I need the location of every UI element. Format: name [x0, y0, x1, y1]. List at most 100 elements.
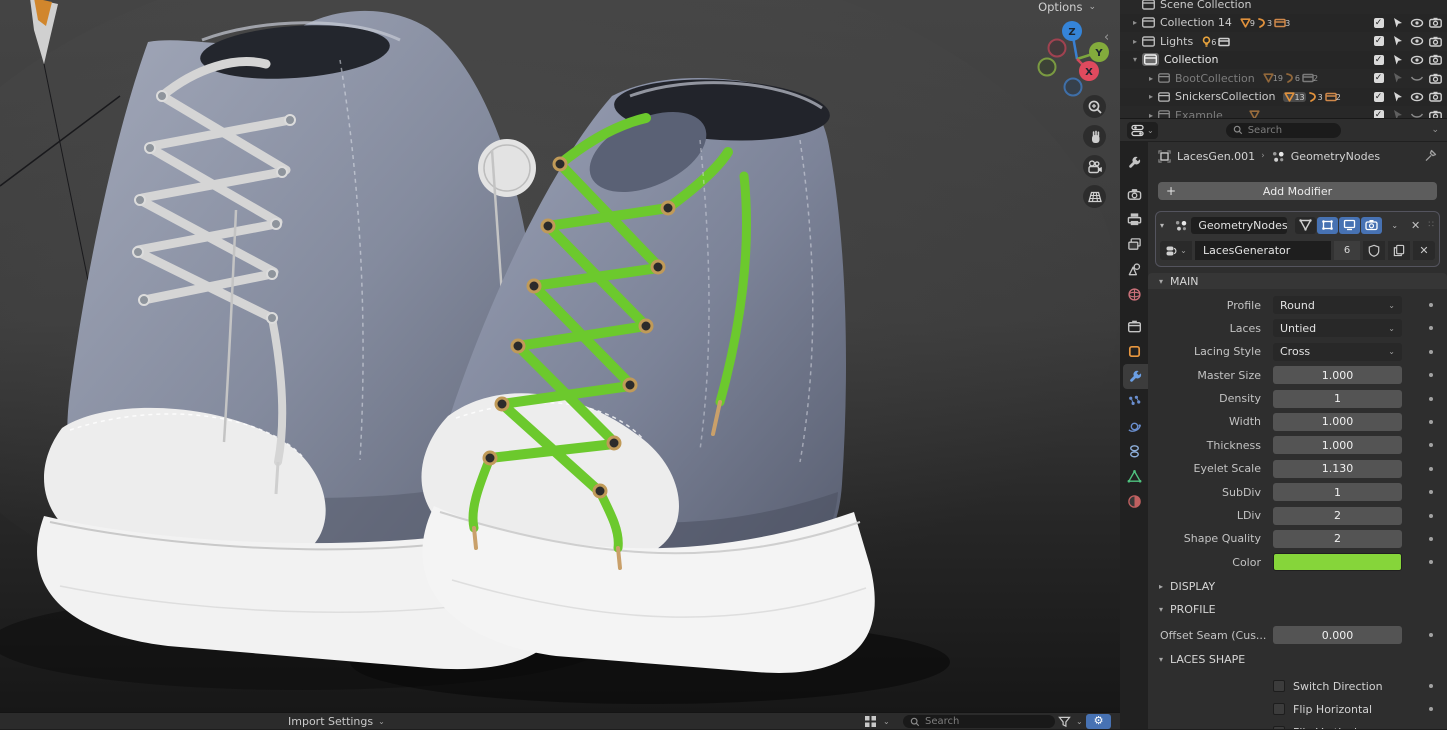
unlink-close-icon[interactable]: ✕	[1413, 241, 1435, 260]
modifier-extras-dropdown[interactable]: ⌄	[1391, 221, 1401, 230]
profile-dropdown[interactable]: Round⌄	[1273, 296, 1402, 314]
gizmo-collapse-icon[interactable]: ‹	[1104, 30, 1109, 45]
show-in-editmode-cage-toggle[interactable]	[1295, 217, 1316, 234]
zoom-tool-button[interactable]	[1083, 95, 1106, 118]
decorator-dot[interactable]	[1429, 303, 1433, 307]
tab-tool[interactable]	[1120, 150, 1148, 175]
tab-scene[interactable]	[1120, 257, 1148, 282]
outliner-row-bootcollection[interactable]: ▸ BootCollection 19 6 2 ✓	[1120, 69, 1447, 88]
browse-node-group-button[interactable]: ⌄	[1160, 241, 1192, 260]
subdiv-field[interactable]: 1	[1273, 483, 1402, 501]
eye-visibility-icon[interactable]	[1409, 53, 1424, 66]
outliner-row-lights[interactable]: ▸ Lights 6 ✓	[1120, 32, 1447, 51]
eyelet-scale-field[interactable]: 1.130	[1273, 460, 1402, 478]
density-field[interactable]: 1	[1273, 390, 1402, 408]
tab-material[interactable]	[1120, 489, 1148, 514]
exclude-checkbox[interactable]: ✓	[1371, 109, 1386, 119]
eye-visibility-icon[interactable]	[1409, 35, 1424, 48]
collapse-icon[interactable]: ▾	[1160, 221, 1170, 230]
modifier-name-field[interactable]: GeometryNodes	[1191, 217, 1287, 234]
width-field[interactable]: 1.000	[1273, 413, 1402, 431]
decorator-dot[interactable]	[1429, 350, 1433, 354]
color-swatch[interactable]	[1273, 553, 1402, 571]
users-count-button[interactable]: 6	[1334, 241, 1360, 260]
tab-object-data[interactable]	[1120, 464, 1148, 489]
eye-closed-icon[interactable]	[1409, 109, 1424, 119]
outliner-row-collection-14[interactable]: ▸ Collection 14 9 3 3 ✓	[1120, 14, 1447, 33]
eye-visibility-icon[interactable]	[1409, 16, 1424, 29]
decorator-dot[interactable]	[1429, 514, 1433, 518]
asset-search-input[interactable]: Search	[903, 715, 1055, 728]
decorator-dot[interactable]	[1429, 537, 1433, 541]
decorator-dot[interactable]	[1429, 420, 1433, 424]
decorator-dot[interactable]	[1429, 633, 1433, 637]
laces-dropdown[interactable]: Untied⌄	[1273, 319, 1402, 337]
chevron-down-icon[interactable]: ⌄	[1431, 125, 1439, 135]
show-in-render-toggle[interactable]	[1361, 217, 1382, 234]
selectable-icon[interactable]	[1390, 53, 1405, 66]
lacing-style-dropdown[interactable]: Cross⌄	[1273, 343, 1402, 361]
decorator-dot[interactable]	[1429, 397, 1433, 401]
ortho-grid-button[interactable]	[1083, 185, 1106, 208]
camera-view-button[interactable]	[1083, 155, 1106, 178]
decorator-dot[interactable]	[1429, 467, 1433, 471]
render-camera-icon[interactable]	[1428, 16, 1443, 29]
properties-search-input[interactable]: Search	[1226, 123, 1341, 138]
tab-world[interactable]	[1120, 282, 1148, 307]
node-group-name-field[interactable]: LacesGenerator	[1195, 241, 1331, 260]
eye-closed-icon[interactable]	[1409, 72, 1424, 85]
exclude-checkbox[interactable]: ✓	[1371, 35, 1386, 48]
decorator-dot[interactable]	[1429, 490, 1433, 494]
show-in-editmode-toggle[interactable]	[1317, 217, 1338, 234]
breadcrumb-object[interactable]: LacesGen.001	[1177, 150, 1255, 163]
expand-icon[interactable]: ▸	[1128, 18, 1142, 27]
switch-direction-checkbox[interactable]	[1273, 680, 1285, 692]
tab-physics[interactable]	[1120, 414, 1148, 439]
show-in-viewport-toggle[interactable]	[1339, 217, 1360, 234]
panel-laces-shape-header[interactable]: ▾ LACES SHAPE	[1148, 651, 1447, 667]
exclude-checkbox[interactable]: ✓	[1371, 53, 1386, 66]
tab-particles[interactable]	[1120, 389, 1148, 414]
breadcrumb-modifier[interactable]: GeometryNodes	[1291, 150, 1380, 163]
collapse-icon[interactable]: ▾	[1128, 55, 1142, 64]
outliner-row-collection[interactable]: ▾ Collection ✓	[1120, 51, 1447, 70]
duplicate-icon[interactable]	[1388, 241, 1410, 260]
master-size-field[interactable]: 1.000	[1273, 366, 1402, 384]
ldiv-field[interactable]: 2	[1273, 507, 1402, 525]
selectable-icon[interactable]	[1390, 35, 1405, 48]
flip-horizontal-checkbox[interactable]	[1273, 703, 1285, 715]
exclude-checkbox[interactable]: ✓	[1371, 72, 1386, 85]
selectable-icon[interactable]	[1390, 90, 1405, 103]
tab-collection[interactable]	[1120, 314, 1148, 339]
pin-icon[interactable]	[1423, 149, 1437, 163]
expand-icon[interactable]: ▸	[1144, 92, 1158, 101]
render-camera-icon[interactable]	[1428, 35, 1443, 48]
expand-icon[interactable]: ▸	[1128, 37, 1142, 46]
tab-render[interactable]	[1120, 182, 1148, 207]
outliner-row-scene-collection[interactable]: Scene Collection	[1120, 0, 1447, 14]
outliner-row-example[interactable]: ▸ Example ✓	[1120, 106, 1447, 119]
panel-display-header[interactable]: ▸ DISPLAY	[1148, 578, 1447, 594]
fake-user-button[interactable]	[1363, 241, 1385, 260]
selectable-icon[interactable]	[1390, 16, 1405, 29]
offset-seam-field[interactable]: 0.000	[1273, 626, 1402, 644]
thickness-field[interactable]: 1.000	[1273, 436, 1402, 454]
render-camera-icon[interactable]	[1428, 53, 1443, 66]
tab-output[interactable]	[1120, 207, 1148, 232]
render-camera-icon[interactable]	[1428, 72, 1443, 85]
decorator-dot[interactable]	[1429, 560, 1433, 564]
decorator-dot[interactable]	[1429, 326, 1433, 330]
render-camera-icon[interactable]	[1428, 90, 1443, 103]
decorator-dot[interactable]	[1429, 684, 1433, 688]
panel-main-header[interactable]: ▾ MAIN	[1148, 273, 1447, 289]
panel-profile-header[interactable]: ▾ PROFILE	[1148, 601, 1447, 617]
outliner-row-snickerscollection[interactable]: ▸ SnickersCollection 13 3 2 ✓	[1120, 88, 1447, 107]
shape-quality-field[interactable]: 2	[1273, 530, 1402, 548]
editor-type-button[interactable]: ⌄	[1127, 122, 1158, 139]
decorator-dot[interactable]	[1429, 373, 1433, 377]
settings-gear-button[interactable]: ⚙	[1086, 714, 1111, 729]
close-icon[interactable]: ✕	[1411, 219, 1420, 232]
tab-object[interactable]	[1120, 339, 1148, 364]
exclude-checkbox[interactable]: ✓	[1371, 16, 1386, 29]
viewport-3d[interactable]: Options ⌄ Z Y X ‹	[0, 0, 1120, 712]
